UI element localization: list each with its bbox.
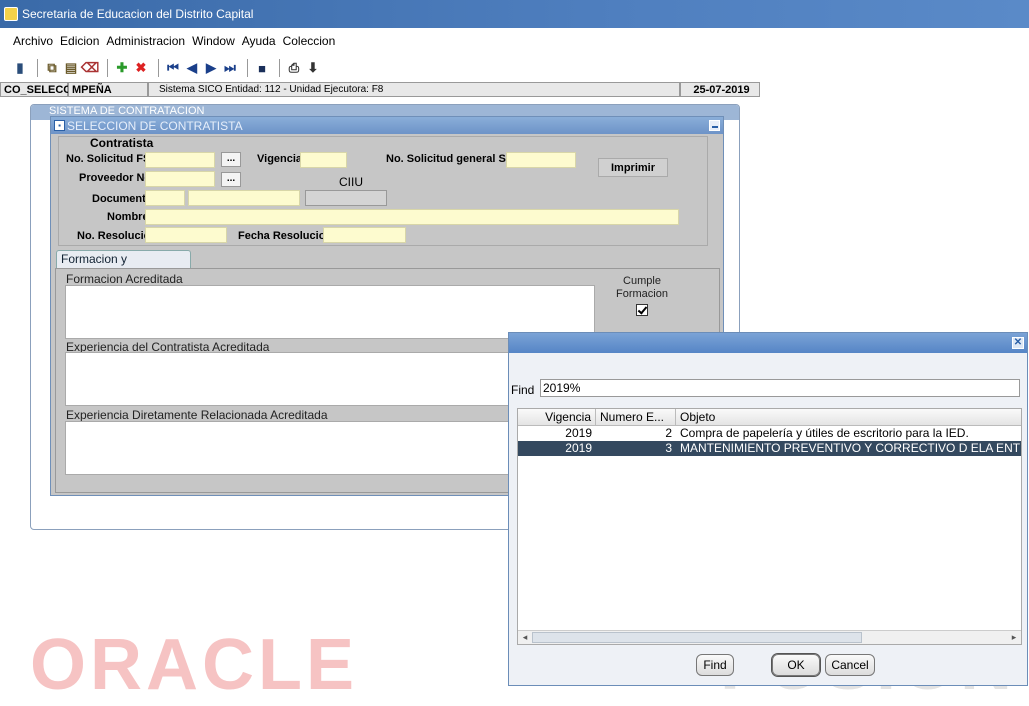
save-icon[interactable]: ■ [254, 60, 270, 76]
find-label: Find [511, 383, 535, 397]
table-row[interactable]: 2019 2 Compra de papelería y útiles de e… [518, 426, 1021, 441]
proveedor-lookup-button[interactable]: ... [221, 172, 241, 187]
tab-formacion-experiencia[interactable]: Formacion y Experiencia [56, 250, 191, 283]
experiencia-textarea[interactable] [65, 352, 510, 406]
download-icon[interactable]: ⬇ [305, 60, 321, 76]
clear-icon[interactable]: ⌫ [81, 60, 99, 76]
inner-window-title: SELECCION DE CONTRATISTA [67, 118, 243, 133]
results-table: Vigencia Numero E... Objeto 2019 2 Compr… [517, 408, 1022, 645]
proveedor-field[interactable] [145, 171, 215, 187]
status-bar: CO_SELECCIC MPEÑA Sistema SICO Entidad: … [0, 82, 760, 97]
documento-type-field[interactable] [145, 190, 185, 206]
vigencia-label: Vigencia [257, 153, 303, 165]
solicitud-fse-field[interactable] [145, 152, 215, 168]
first-record-icon[interactable]: ⏮ [165, 60, 181, 76]
cumple-formacion-group: Cumple Formacion [612, 275, 672, 320]
documento-number-field[interactable] [188, 190, 300, 206]
next-record-icon[interactable]: ▶ [203, 60, 219, 76]
menu-bar: Archivo Edicion Administracion Window Ay… [0, 31, 342, 51]
print-icon[interactable]: ⎙ [286, 60, 302, 76]
window-titlebar: Secretaria de Educacion del Distrito Cap… [0, 0, 1029, 28]
table-row-selected[interactable]: 2019 3 MANTENIMIENTO PREVENTIVO Y CORREC… [518, 441, 1021, 456]
paste-icon[interactable]: ▤ [63, 60, 79, 76]
prev-record-icon[interactable]: ◀ [184, 60, 200, 76]
formacion-label-small: Formacion [616, 288, 668, 300]
column-header-vigencia[interactable]: Vigencia [518, 409, 596, 425]
status-user: MPEÑA [68, 82, 148, 97]
fecha-resolucion-field[interactable] [323, 227, 406, 243]
vigencia-field[interactable] [300, 152, 347, 168]
scrollbar-thumb[interactable] [532, 632, 862, 643]
solicitud-general-label: No. Solicitud general SED [386, 153, 522, 165]
section-title: Contratista [90, 136, 154, 150]
minimize-icon[interactable] [709, 120, 720, 131]
menu-coleccion[interactable]: Coleccion [283, 34, 336, 48]
dialog-titlebar: ✕ [509, 333, 1027, 353]
oracle-watermark: ORACLE [30, 625, 358, 705]
java-app-icon [4, 7, 18, 21]
close-icon[interactable]: ✕ [1012, 337, 1024, 349]
cumple-formacion-checkbox[interactable] [636, 304, 648, 316]
find-input[interactable]: 2019% [540, 379, 1020, 397]
ciiu-label: CIIU [339, 175, 363, 189]
scroll-left-icon[interactable]: ◂ [519, 632, 531, 643]
status-form: CO_SELECCIC [0, 82, 82, 97]
menu-administracion[interactable]: Administracion [106, 34, 185, 48]
cancel-button[interactable]: Cancel [825, 654, 875, 676]
ok-button[interactable]: OK [772, 654, 820, 676]
menu-ayuda[interactable]: Ayuda [242, 34, 276, 48]
toolbar-separator [158, 59, 159, 77]
formacion-textarea[interactable] [65, 285, 595, 339]
menu-edicion[interactable]: Edicion [60, 34, 99, 48]
documento-label: Documento [92, 193, 153, 205]
fecha-resolucion-label: Fecha Resolucion [238, 230, 333, 242]
cumple-label: Cumple [623, 275, 661, 287]
solicitud-lookup-button[interactable]: ... [221, 152, 241, 167]
nombre-label: Nombre [107, 211, 149, 223]
exit-icon[interactable]: ▮ [12, 60, 28, 76]
resolucion-field[interactable] [145, 227, 227, 243]
cell-numero: 2 [665, 426, 672, 440]
delete-record-icon[interactable]: ✖ [133, 60, 149, 76]
menu-window[interactable]: Window [192, 34, 235, 48]
status-date: 25-07-2019 [680, 82, 760, 97]
status-info: Sistema SICO Entidad: 112 - Unidad Ejecu… [148, 82, 680, 97]
imprimir-button[interactable]: Imprimir [598, 158, 668, 177]
ciiu-field [305, 190, 387, 206]
window-icon: ▪ [54, 120, 65, 131]
last-record-icon[interactable]: ⏭ [222, 60, 238, 76]
table-header: Vigencia Numero E... Objeto [518, 409, 1021, 426]
lov-dialog: ✕ Find 2019% Vigencia Numero E... Objeto… [508, 332, 1028, 686]
proveedor-label: Proveedor No. [79, 172, 155, 184]
add-record-icon[interactable]: ✚ [114, 60, 130, 76]
scroll-right-icon[interactable]: ▸ [1008, 632, 1020, 643]
cell-vigencia: 2019 [565, 426, 592, 440]
solicitud-fse-label: No. Solicitud FSE [66, 153, 158, 165]
formacion-label: Formacion Acreditada [66, 272, 183, 286]
inner-window-titlebar: ▪ SELECCION DE CONTRATISTA [51, 117, 723, 134]
column-header-numero[interactable]: Numero E... [596, 409, 676, 425]
toolbar-separator [247, 59, 248, 77]
experiencia-rel-textarea[interactable] [65, 421, 510, 475]
copy-icon[interactable]: ⧉ [44, 60, 60, 76]
cell-vigencia: 2019 [565, 441, 592, 455]
toolbar: ▮ ⧉ ▤ ⌫ ✚ ✖ ⏮ ◀ ▶ ⏭ ■ ⎙ ⬇ [0, 55, 1029, 81]
window-title: Secretaria de Educacion del Distrito Cap… [22, 7, 254, 21]
experiencia-rel-label: Experiencia Diretamente Relacionada Acre… [66, 408, 328, 422]
toolbar-separator [107, 59, 108, 77]
cell-numero: 3 [665, 441, 672, 455]
horizontal-scrollbar[interactable]: ◂ ▸ [518, 630, 1021, 644]
cell-objeto: MANTENIMIENTO PREVENTIVO Y CORRECTIVO D … [680, 441, 1021, 455]
menu-archivo[interactable]: Archivo [13, 34, 53, 48]
nombre-field[interactable] [145, 209, 679, 225]
cell-objeto: Compra de papelería y útiles de escritor… [680, 426, 969, 440]
find-button[interactable]: Find [696, 654, 734, 676]
column-header-objeto[interactable]: Objeto [676, 409, 1021, 425]
solicitud-general-field[interactable] [506, 152, 576, 168]
toolbar-separator [279, 59, 280, 77]
toolbar-separator [37, 59, 38, 77]
